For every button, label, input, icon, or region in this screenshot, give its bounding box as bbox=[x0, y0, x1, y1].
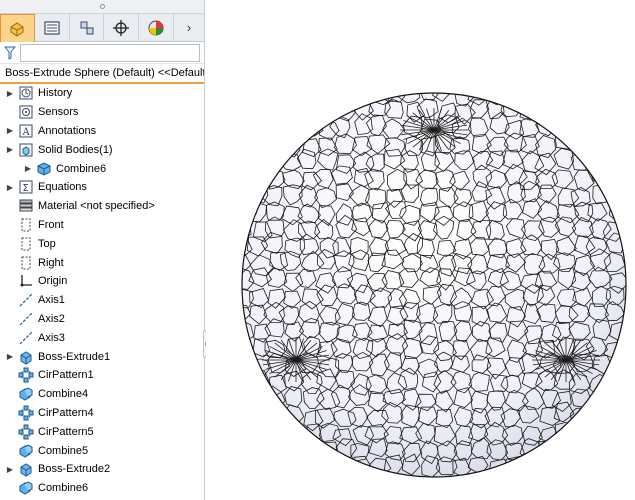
tree-item-boss-extrude2[interactable]: ▶ Boss-Extrude2 bbox=[0, 460, 205, 479]
combine-icon bbox=[18, 386, 34, 402]
tree-item-equations[interactable]: ▶ Σ Equations bbox=[0, 178, 205, 197]
solid-bodies-folder-icon bbox=[18, 142, 34, 158]
tree-item-annotations[interactable]: ▶ A Annotations bbox=[0, 122, 205, 141]
tree-item-cirpattern4[interactable]: CirPattern4 bbox=[0, 404, 205, 423]
plane-icon bbox=[18, 217, 34, 233]
extrude-icon bbox=[18, 461, 34, 477]
graphics-viewport[interactable] bbox=[206, 0, 635, 500]
tree-item-axis1[interactable]: Axis1 bbox=[0, 291, 205, 310]
tab-feature-manager[interactable] bbox=[0, 14, 35, 42]
tree-item-right[interactable]: Right bbox=[0, 253, 205, 272]
property-manager-icon bbox=[44, 21, 60, 35]
tree-item-history[interactable]: ▶ History bbox=[0, 84, 205, 103]
sphere-model[interactable] bbox=[206, 0, 635, 500]
tree-item-origin[interactable]: Origin bbox=[0, 272, 205, 291]
tree-item-label: Combine6 bbox=[56, 162, 107, 175]
axis-icon bbox=[18, 330, 34, 346]
sensor-icon bbox=[18, 104, 34, 120]
tree-item-axis3[interactable]: Axis3 bbox=[0, 328, 205, 347]
more-tabs-chevron-icon[interactable]: › bbox=[174, 14, 204, 41]
tree-item-combine5[interactable]: Combine5 bbox=[0, 441, 205, 460]
tab-configuration-manager[interactable] bbox=[70, 14, 105, 42]
axis-icon bbox=[18, 311, 34, 327]
filter-input[interactable] bbox=[20, 43, 200, 62]
tree-item-label: CirPattern1 bbox=[38, 369, 94, 382]
expand-caret-icon[interactable]: ▶ bbox=[22, 164, 34, 173]
tree-item-label: Annotations bbox=[38, 124, 97, 137]
tree-item-label: Boss-Extrude2 bbox=[38, 463, 111, 476]
combine-icon bbox=[18, 443, 34, 459]
tree-item-label: Combine5 bbox=[38, 444, 89, 457]
tab-property-manager[interactable] bbox=[35, 14, 70, 42]
tree-item-cirpattern1[interactable]: CirPattern1 bbox=[0, 366, 205, 385]
tree-item-label: CirPattern5 bbox=[38, 425, 94, 438]
expand-caret-icon[interactable]: ▶ bbox=[4, 183, 16, 192]
tree-item-label: Axis2 bbox=[38, 312, 65, 325]
tree-item-label: Equations bbox=[38, 181, 87, 194]
tree-item-label: Solid Bodies(1) bbox=[38, 143, 113, 156]
tree-item-top[interactable]: Top bbox=[0, 234, 205, 253]
origin-icon bbox=[18, 273, 34, 289]
tree-item-cirpattern5[interactable]: CirPattern5 bbox=[0, 422, 205, 441]
feature-tree: ▶ History Sensors ▶ A Annotations ▶ Solid Bodie… bbox=[0, 84, 205, 498]
configuration-manager-icon bbox=[80, 21, 94, 35]
tree-item-label: Top bbox=[38, 237, 56, 250]
tree-item-sensors[interactable]: Sensors bbox=[0, 103, 205, 122]
tree-item-label: Sensors bbox=[38, 106, 79, 119]
feature-manager-icon bbox=[10, 21, 24, 37]
expand-caret-icon[interactable]: ▶ bbox=[4, 145, 16, 154]
tab-display-manager[interactable] bbox=[139, 14, 175, 42]
tree-item-front[interactable]: Front bbox=[0, 216, 205, 235]
filter-icon[interactable] bbox=[4, 46, 16, 60]
svg-text:A: A bbox=[22, 127, 31, 138]
tree-item-label: Axis1 bbox=[38, 294, 65, 307]
tree-item-label: Material <not specified> bbox=[38, 200, 155, 213]
expand-caret-icon[interactable]: ▶ bbox=[4, 352, 16, 361]
tree-item-label: Right bbox=[38, 256, 64, 269]
tree-item-material-not-specified[interactable]: Material <not specified> bbox=[0, 197, 205, 216]
tree-item-boss-extrude1[interactable]: ▶ Boss-Extrude1 bbox=[0, 347, 205, 366]
tree-item-label: Front bbox=[38, 218, 64, 231]
tree-item-label: CirPattern4 bbox=[38, 406, 94, 419]
svg-text:Σ: Σ bbox=[23, 183, 29, 194]
combine-icon bbox=[18, 480, 34, 496]
expand-caret-icon[interactable]: ▶ bbox=[4, 89, 16, 98]
material-icon bbox=[18, 198, 34, 214]
tree-item-label: Combine4 bbox=[38, 388, 89, 401]
tree-item-solid-bodies-1[interactable]: ▶ Solid Bodies(1) bbox=[0, 140, 205, 159]
tab-dimxpert-manager[interactable] bbox=[104, 14, 140, 42]
tree-item-combine6[interactable]: ▶ Combine6 bbox=[0, 159, 205, 178]
circular-pattern-icon bbox=[18, 405, 34, 421]
history-icon bbox=[18, 85, 34, 101]
appearance-icon bbox=[148, 20, 164, 36]
circular-pattern-icon bbox=[18, 367, 34, 383]
plane-icon bbox=[18, 236, 34, 252]
tree-item-label: Boss-Extrude1 bbox=[38, 350, 111, 363]
expand-caret-icon[interactable]: ▶ bbox=[4, 465, 16, 474]
tree-item-label: Combine6 bbox=[38, 482, 89, 495]
tree-item-combine4[interactable]: Combine4 bbox=[0, 385, 205, 404]
tree-item-label: Origin bbox=[38, 275, 68, 288]
axis-icon bbox=[18, 292, 34, 308]
panel-grip[interactable] bbox=[0, 0, 204, 14]
crosshair-icon bbox=[113, 20, 130, 36]
manager-tabs: › bbox=[0, 14, 204, 42]
equations-icon: Σ bbox=[18, 179, 34, 195]
solid-body-icon bbox=[36, 161, 52, 177]
extrude-icon bbox=[18, 349, 34, 365]
root-part-node[interactable]: Boss-Extrude Sphere (Default) <<Default bbox=[0, 64, 204, 84]
plane-icon bbox=[18, 255, 34, 271]
tree-item-label: Axis3 bbox=[38, 331, 65, 344]
circular-pattern-icon bbox=[18, 424, 34, 440]
tree-item-label: History bbox=[38, 87, 73, 100]
annotations-icon: A bbox=[18, 123, 34, 139]
expand-caret-icon[interactable]: ▶ bbox=[4, 126, 16, 135]
tree-filter bbox=[0, 42, 204, 64]
tree-item-axis2[interactable]: Axis2 bbox=[0, 310, 205, 329]
tree-item-combine6[interactable]: Combine6 bbox=[0, 479, 205, 498]
root-part-label: Boss-Extrude Sphere (Default) <<Default bbox=[5, 67, 204, 79]
